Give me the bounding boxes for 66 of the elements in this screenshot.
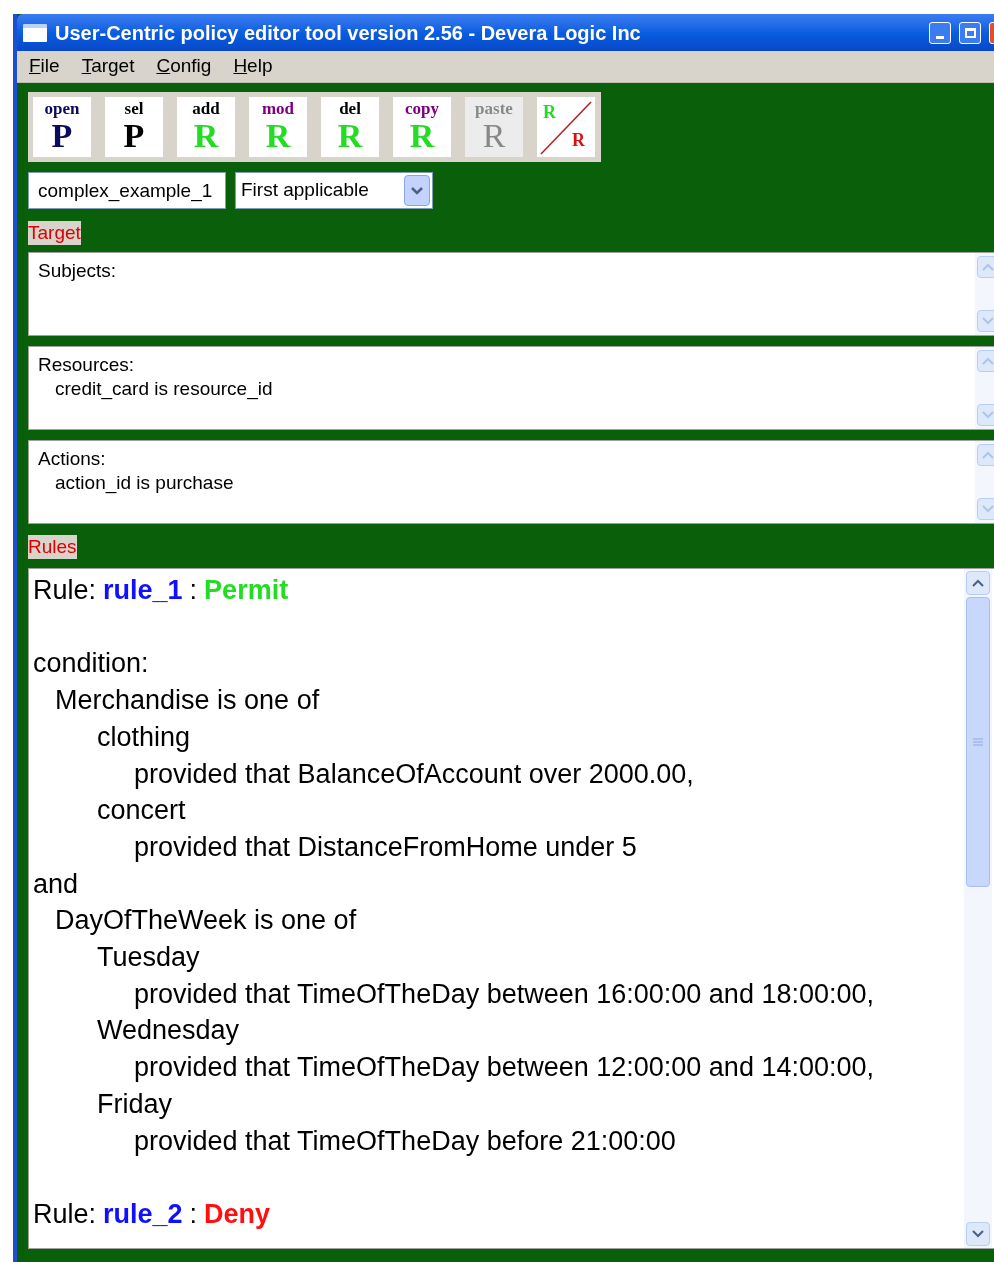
target-text-area[interactable]: Resources: credit_card is resource_id [28, 346, 994, 430]
target-text-area[interactable]: Actions: action_id is purchase [28, 440, 994, 524]
rule-line: clothing [96, 720, 192, 754]
toolbar-button[interactable]: sel P [105, 97, 163, 157]
minimize-button[interactable] [929, 21, 951, 44]
rule-line: Friday [96, 1087, 173, 1121]
toolbar-button[interactable]: open P [33, 97, 91, 157]
toolbar-button[interactable]: copy R [393, 97, 451, 157]
rule-line: Merchandise is one of [54, 684, 321, 718]
chevron-up-icon [982, 451, 994, 459]
chevron-down-icon [982, 505, 994, 513]
rule-name: rule_2 [103, 1197, 183, 1231]
rule-line: provided that TimeOfTheDay between 16:00:00 and 18:00:00, [133, 977, 875, 1011]
rule-line: Tuesday [96, 941, 201, 974]
rule-letter: R [543, 103, 556, 121]
toolbar-button[interactable]: del R [321, 97, 379, 157]
scrollbar[interactable] [964, 569, 992, 1248]
policy-name-field[interactable]: complex_example_1 [28, 172, 226, 209]
window-icon [23, 23, 47, 42]
rule-line: provided that TimeOfTheDay between 12:00:00 and 14:00:00, [133, 1051, 875, 1085]
grip-icon [973, 738, 983, 746]
target-heading: Actions: [38, 447, 107, 471]
section-label: Target [28, 221, 81, 245]
rule-line: provided that TimeOfTheDay before 21:00:00 [133, 1124, 677, 1158]
rule-prefix: Rule: [33, 574, 97, 607]
menu-item[interactable]: Target [81, 52, 135, 81]
chevron-down-icon [982, 317, 994, 325]
swap-rule-button[interactable]: R R [537, 97, 595, 157]
rule-separator: : [189, 574, 198, 607]
section-label: Rules [28, 535, 77, 559]
menu-item[interactable]: Help [233, 52, 273, 81]
rule-effect: Deny [204, 1197, 271, 1231]
menu-item[interactable]: File [29, 52, 60, 81]
rule-letter: R [572, 131, 585, 149]
rule-effect: Permit [204, 574, 289, 607]
chevron-down-icon [982, 411, 994, 419]
scroll-up-button[interactable] [966, 571, 990, 595]
rule-name: rule_1 [103, 574, 183, 607]
toolbar-button[interactable]: mod R [249, 97, 307, 157]
target-heading: Subjects: [38, 259, 118, 283]
chevron-up-icon [972, 579, 984, 587]
rule-line: provided that BalanceOfAccount over 2000.00, [133, 757, 695, 791]
rule-line: condition: [33, 647, 150, 681]
chevron-up-icon [982, 357, 994, 365]
toolbar-button[interactable]: add R [177, 97, 235, 157]
menu-item[interactable]: Config [156, 52, 212, 81]
scroll-down-button[interactable] [966, 1222, 990, 1246]
rule-line: concert [96, 794, 187, 828]
target-entry: action_id is purchase [54, 471, 235, 495]
target-text-area[interactable]: Subjects: [28, 252, 994, 336]
rule-separator: : [189, 1197, 198, 1231]
target-entry: credit_card is resource_id [54, 377, 274, 401]
scroll-thumb[interactable] [966, 597, 990, 887]
rule-line: DayOfTheWeek is one of [54, 904, 358, 938]
rule-line: and [33, 867, 80, 901]
chevron-up-icon [982, 263, 994, 271]
rule-line: provided that DistanceFromHome under 5 [133, 830, 638, 864]
maximize-button[interactable] [959, 21, 981, 44]
window-title: User-Centric policy editor tool version 2.56 - Devera Logic Inc [55, 20, 641, 46]
target-heading: Resources: [38, 353, 136, 377]
diagonal-line-icon [540, 101, 592, 155]
rules-text-area[interactable] [28, 568, 994, 1249]
rule-line: Wednesday [96, 1014, 241, 1048]
rule-prefix: Rule: [33, 1197, 97, 1231]
combining-algorithm-dropdown[interactable]: First applicable [235, 172, 433, 209]
chevron-down-icon [972, 1230, 984, 1238]
